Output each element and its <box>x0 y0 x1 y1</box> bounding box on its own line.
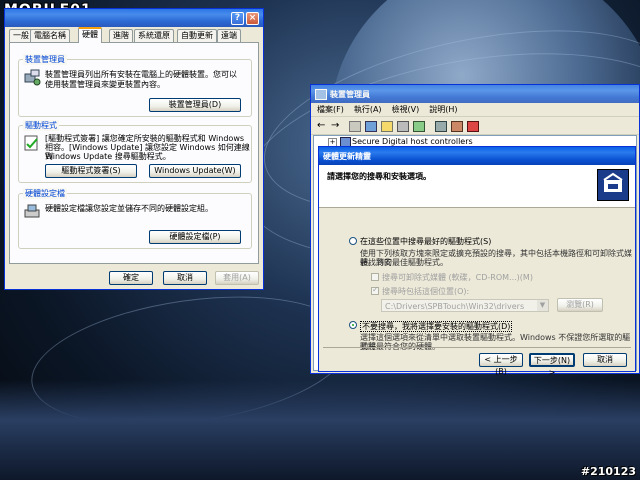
device-manager-group-label: 裝置管理員 <box>23 54 67 65</box>
device-manager-toolbar: ← → <box>311 118 639 135</box>
drivers-group: 驅動程式 [驅動程式簽署] 讓您確定所安裝的驅動程式和 Windows 相容。[… <box>18 120 252 183</box>
hardware-profiles-desc: 硬體設定檔讓您設定並儲存不同的硬體設定組。 <box>45 204 213 213</box>
close-title-button[interactable]: × <box>246 11 259 25</box>
menu-help[interactable]: 說明(H) <box>429 103 457 116</box>
check1-label: 搜尋可卸除式媒體 (軟碟，CD-ROM...)(M) <box>382 273 533 282</box>
hardware-profiles-group: 硬體設定檔 硬體設定檔讓您設定並儲存不同的硬體設定組。 硬體設定檔(P) <box>18 188 252 249</box>
wizard-header-text: 請選擇您的搜尋和安裝選項。 <box>327 172 431 181</box>
location-path-value: C:\Drivers\SPBTouch\Win32\drivers <box>385 302 525 311</box>
device-manager-icon <box>315 88 327 100</box>
image-id-watermark: #210123 <box>580 465 636 478</box>
uninstall-device-icon[interactable] <box>467 121 479 132</box>
device-manager-desc-1: 裝置管理員列出所有安裝在電腦上的硬體裝置。您可以 <box>45 70 237 79</box>
check2-label: 搜尋時包括這個位置(O): <box>382 287 470 296</box>
hardware-profiles-group-label: 硬體設定檔 <box>23 188 67 199</box>
radio-dont-search[interactable] <box>349 321 357 329</box>
checkmark-icon: ✓ <box>372 285 379 294</box>
system-properties-titlebar[interactable]: ? × <box>5 9 263 27</box>
hardware-wizard-icon <box>597 169 629 201</box>
device-manager-button[interactable]: 裝置管理員(D) <box>149 98 241 112</box>
wizard-titlebar[interactable]: 硬體更新精靈 <box>319 147 635 165</box>
browse-button[interactable]: 瀏覽(R) <box>557 298 603 312</box>
checkbox-removable-media[interactable] <box>371 273 379 281</box>
wizard-header: 請選擇您的搜尋和安裝選項。 <box>319 165 635 208</box>
back-button[interactable]: < 上一步(B) <box>479 353 523 376</box>
scan-hardware-icon[interactable] <box>413 121 425 132</box>
device-manager-desc-2: 使用裝置管理員來變更裝置內容。 <box>45 80 165 89</box>
ok-button[interactable]: 確定 <box>109 271 153 285</box>
hardware-profiles-icon <box>23 202 41 220</box>
wizard-cancel-button[interactable]: 取消 <box>583 353 627 367</box>
opt1-label[interactable]: 在這些位置中搜尋最好的驅動程式(S) <box>360 237 491 246</box>
checkbox-include-location[interactable]: ✓ <box>371 285 379 295</box>
tab-auto-update[interactable]: 自動更新 <box>177 29 217 42</box>
windows-update-button[interactable]: Windows Update(W) <box>149 164 241 178</box>
hardware-profiles-button[interactable]: 硬體設定檔(P) <box>149 230 241 244</box>
opt1-desc-2: 裝找到的最佳驅動程式。 <box>360 258 448 267</box>
computer-icon[interactable] <box>365 121 377 132</box>
cancel-button[interactable]: 取消 <box>163 271 207 285</box>
device-manager-group: 裝置管理員 裝置管理員列出所有安裝在電腦上的硬體裝置。您可以 使用裝置管理員來變… <box>18 54 252 117</box>
device-manager-menubar: 檔案(F) 執行(A) 檢視(V) 說明(H) <box>311 103 639 117</box>
driver-signing-icon <box>23 134 41 152</box>
wallpaper-clouds <box>0 380 640 480</box>
wizard-title: 硬體更新精靈 <box>323 151 371 161</box>
drivers-desc-1: [驅動程式簽署] 讓您確定所安裝的驅動程式和 Windows <box>45 134 245 143</box>
forward-arrow-icon[interactable]: → <box>331 120 339 131</box>
print-icon[interactable] <box>397 121 409 132</box>
menu-view[interactable]: 檢視(V) <box>392 103 420 116</box>
tab-hardware[interactable]: 硬體 <box>78 27 102 43</box>
drivers-desc-3: Windows Update 搜尋驅動程式。 <box>45 152 171 161</box>
tab-system-restore[interactable]: 系統還原 <box>134 29 174 42</box>
help-title-button[interactable]: ? <box>231 11 244 25</box>
radio-search-locations[interactable] <box>349 237 357 245</box>
opt2-label[interactable]: 不要搜尋，我將選擇要安裝的驅動程式(D) <box>360 321 513 332</box>
properties-icon[interactable] <box>349 121 361 132</box>
hardware-tab-panel: 裝置管理員 裝置管理員列出所有安裝在電腦上的硬體裝置。您可以 使用裝置管理員來變… <box>9 42 259 264</box>
menu-action[interactable]: 執行(A) <box>354 103 382 116</box>
tree-item-sd-host[interactable]: Secure Digital host controllers <box>352 137 473 146</box>
apply-button[interactable]: 套用(A) <box>215 271 259 285</box>
wizard-divider <box>323 347 631 348</box>
menu-file[interactable]: 檔案(F) <box>317 103 344 116</box>
disable-device-icon[interactable] <box>451 121 463 132</box>
update-driver-icon[interactable] <box>435 121 447 132</box>
tab-remote[interactable]: 遠端 <box>217 29 241 42</box>
back-arrow-icon[interactable]: ← <box>317 120 325 131</box>
tab-computer-name[interactable]: 電腦名稱 <box>30 29 70 42</box>
tab-advanced[interactable]: 進階 <box>109 29 133 42</box>
system-properties-window[interactable]: ? × 一般 電腦名稱 硬體 進階 系統還原 自動更新 遠端 裝置管理員 裝置管… <box>4 8 264 290</box>
drivers-group-label: 驅動程式 <box>23 120 59 131</box>
device-manager-title: 裝置管理員 <box>330 89 370 99</box>
driver-signing-button[interactable]: 驅動程式簽署(S) <box>45 164 137 178</box>
device-manager-titlebar[interactable]: 裝置管理員 <box>311 85 639 103</box>
device-manager-icon <box>23 68 41 86</box>
chevron-down-icon[interactable]: ▼ <box>537 300 548 311</box>
next-button[interactable]: 下一步(N) > <box>529 353 575 377</box>
location-path-combobox[interactable]: C:\Drivers\SPBTouch\Win32\drivers ▼ <box>381 299 549 312</box>
help-icon[interactable] <box>381 121 393 132</box>
hardware-update-wizard[interactable]: 硬體更新精靈 請選擇您的搜尋和安裝選項。 在這些位置中搜尋最好的驅動程式(S) … <box>318 146 636 377</box>
